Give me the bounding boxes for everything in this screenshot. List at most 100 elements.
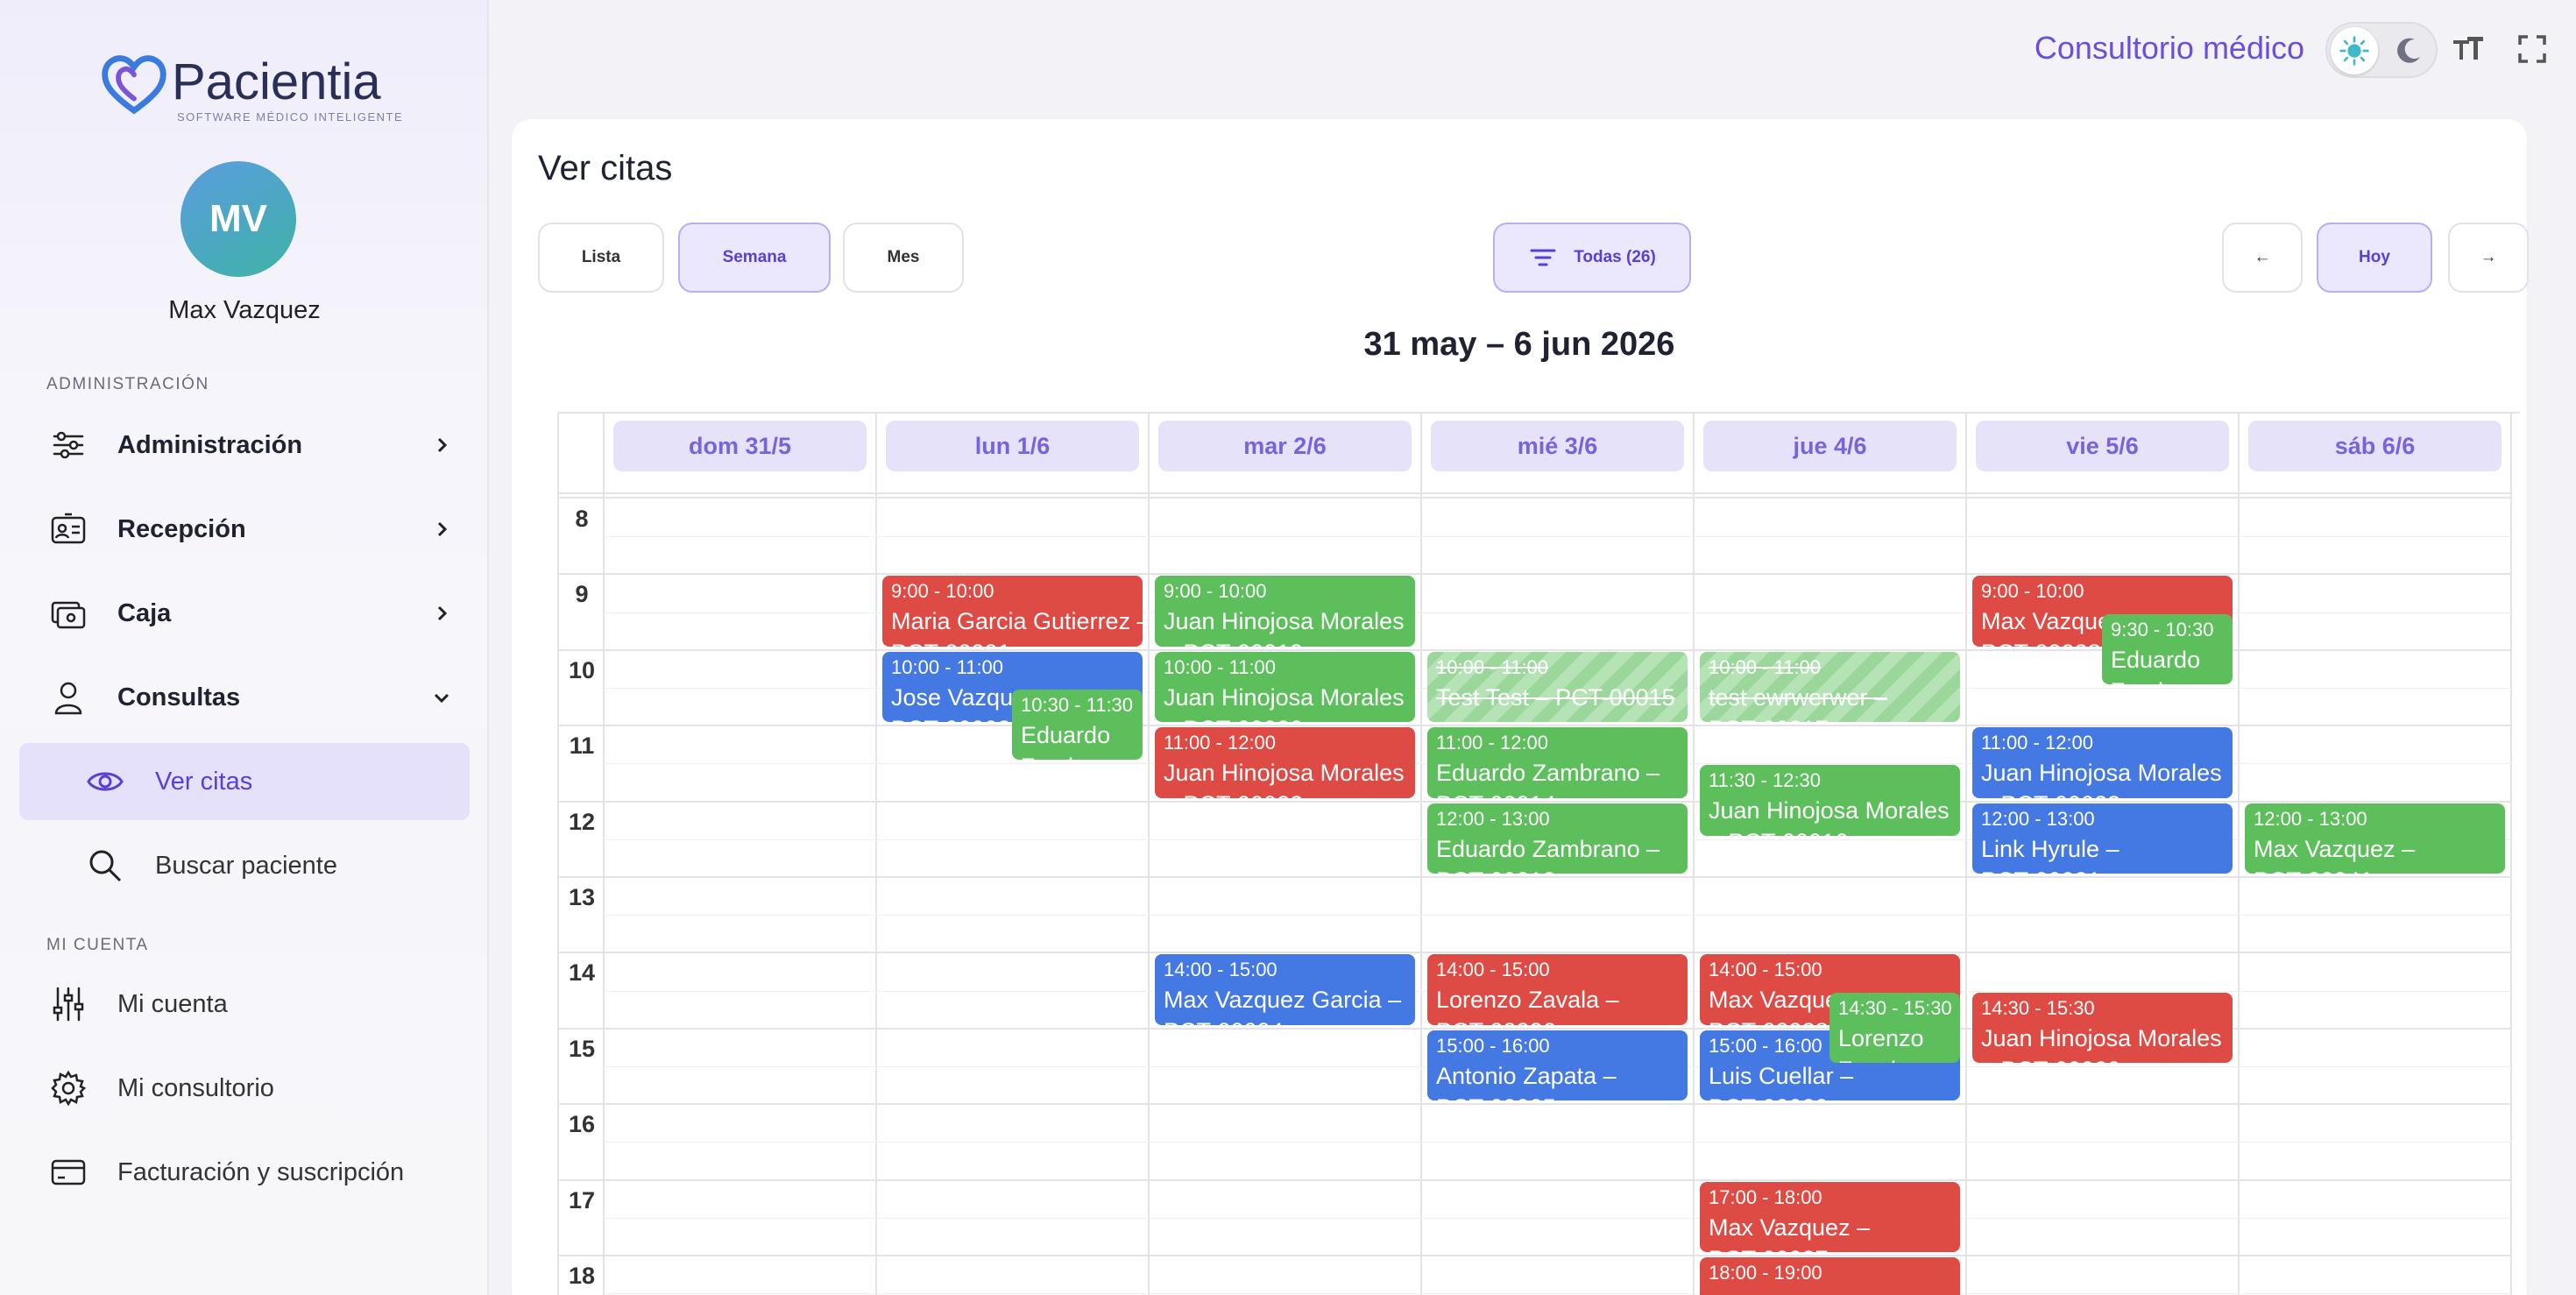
theme-toggle[interactable]	[2325, 22, 2438, 78]
appointment-time: 11:00 - 12:00	[1436, 732, 1549, 754]
day-header-label[interactable]: sáb 6/6	[2248, 421, 2502, 471]
next-week-button[interactable]: →	[2448, 223, 2529, 293]
day-column-divider	[1693, 494, 1695, 1295]
today-button[interactable]: Hoy	[2317, 223, 2432, 293]
hour-label: 17	[568, 1186, 596, 1214]
appointment-event[interactable]: 10:00 - 11:00 Juan Hinojosa Morales – PCT-…	[1155, 651, 1415, 723]
day-header: dom 31/5	[605, 414, 877, 494]
appointment-event[interactable]: 11:30 - 12:30 Juan Hinojosa Morales – PCT-…	[1700, 765, 1960, 836]
appointment-event[interactable]: 15:00 - 16:00 Antonio Zapata – PCT-00025	[1427, 1030, 1688, 1101]
gear-icon	[51, 1070, 87, 1107]
appointment-event[interactable]: 12:00 - 13:00 Max Vazquez – PCT-00041	[2245, 803, 2505, 874]
appointment-event[interactable]: 9:00 - 10:00 Maria Garcia Gutierrez – PCT-…	[882, 576, 1143, 647]
appointment-time: 12:00 - 13:00	[2254, 807, 2367, 830]
day-column-divider	[1965, 494, 1967, 1295]
appointment-patient: Maria Garcia Gutierrez –	[891, 608, 1143, 635]
appointment-event[interactable]: 11:00 - 12:00 Eduardo Zambrano – PCT-00014	[1427, 727, 1688, 798]
appointment-patient-id: PCT-00026	[1436, 1015, 1679, 1024]
sidebar-item-caja[interactable]: Caja	[19, 575, 470, 652]
appointment-patient-id: PCT-00004	[1164, 1015, 1406, 1024]
half-hour-line	[605, 915, 2512, 916]
appointment-event[interactable]: 10:30 - 11:30 Eduardo Zambrano	[1012, 690, 1143, 761]
day-header: mar 2/6	[1150, 414, 1422, 494]
appointment-event[interactable]: 14:00 - 15:00 Lorenzo Zavala –PCT-00026	[1427, 954, 1688, 1025]
avatar[interactable]: MV	[180, 161, 296, 277]
appointment-event[interactable]: 14:30 - 15:30 Lorenzo Zavala	[1829, 992, 1960, 1063]
hour-label: 14	[568, 959, 596, 987]
sidebar-item-facturacion[interactable]: Facturación y suscripción	[19, 1134, 470, 1211]
appointment-time: 11:00 - 12:00	[1981, 732, 2094, 754]
day-column-divider	[875, 494, 877, 1295]
prev-week-button[interactable]: ←	[2222, 223, 2303, 293]
appointment-time: 11:00 - 12:00	[1164, 732, 1277, 754]
appointment-patient: Juan Hinojosa Morales	[1164, 608, 1405, 635]
appointment-event[interactable]: 11:00 - 12:00 Juan Hinojosa Morales – PCT-…	[1972, 727, 2233, 798]
appointment-patient-id: Zambrano	[1021, 751, 1134, 760]
day-header-label[interactable]: lun 1/6	[886, 421, 1139, 471]
appointment-time: 18:00 - 19:00	[1709, 1262, 1822, 1284]
hour-label: 10	[568, 656, 596, 683]
day-header-label[interactable]: dom 31/5	[613, 421, 867, 471]
sidebar-item-buscar-paciente[interactable]: Buscar paciente	[19, 827, 470, 904]
fullscreen-icon[interactable]	[2515, 32, 2550, 67]
sidebar-item-mi-cuenta[interactable]: Mi cuenta	[19, 966, 470, 1043]
day-header-label[interactable]: mié 3/6	[1431, 421, 1684, 471]
sidebar-item-label: Facturación y suscripción	[117, 1157, 405, 1186]
sidebar-item-recepcion[interactable]: Recepción	[19, 491, 470, 568]
appointment-time: 10:00 - 11:00	[1164, 655, 1277, 678]
sidebar-item-mi-consultorio[interactable]: Mi consultorio	[19, 1050, 470, 1127]
view-week-button[interactable]: Semana	[678, 223, 831, 293]
day-header: vie 5/6	[1967, 414, 2240, 494]
hour-label: 9	[575, 581, 589, 608]
view-month-button[interactable]: Mes	[843, 223, 964, 293]
appointment-event[interactable]: 9:00 - 10:00 Juan Hinojosa Morales – PCT-0…	[1155, 576, 1415, 647]
appointment-time: 9:00 - 10:00	[1164, 580, 1267, 603]
appointment-patient: Juan Hinojosa Morales	[1164, 760, 1405, 787]
appointment-patient: Eduardo	[2111, 646, 2201, 673]
day-header-label[interactable]: vie 5/6	[1976, 421, 2229, 471]
sidebar-item-label: Consultas	[117, 683, 241, 711]
day-header: lun 1/6	[877, 414, 1150, 494]
sidebar-item-ver-citas[interactable]: Ver citas	[19, 743, 470, 820]
sidebar-item-label: Administración	[117, 430, 303, 459]
brand-name: Pacientia	[172, 53, 381, 110]
day-header-label[interactable]: jue 4/6	[1703, 421, 1957, 471]
appointment-time: 10:00 - 11:00	[891, 655, 1004, 678]
sidebar-item-label: Ver citas	[155, 767, 253, 796]
appointment-time: 9:00 - 10:00	[1981, 580, 2084, 603]
appointment-patient: Test Test – PCT-00015	[1436, 683, 1675, 711]
appointment-time: 15:00 - 16:00	[1436, 1034, 1550, 1057]
id-card-icon	[51, 513, 86, 544]
hour-row-line	[559, 800, 2512, 803]
view-list-button[interactable]: Lista	[538, 223, 664, 293]
appointment-event[interactable]: 12:00 - 13:00 Eduardo Zambrano – PCT-00013	[1427, 803, 1688, 874]
appointment-event[interactable]: 10:00 - 11:00 Test Test – PCT-00015	[1427, 651, 1688, 723]
appointment-patient-id: PCT-00041	[2254, 865, 2496, 874]
appointment-event[interactable]: 14:00 - 15:00 Max Vazquez Garcia –PCT-000…	[1155, 954, 1415, 1025]
day-header-label[interactable]: mar 2/6	[1158, 421, 1412, 471]
appointment-patient: Eduardo Zambrano –	[1436, 835, 1660, 862]
appointment-event[interactable]: 11:00 - 12:00 Juan Hinojosa Morales – PCT-…	[1155, 727, 1415, 798]
appointment-patient: Juan Hinojosa Morales	[1709, 797, 1950, 824]
appointment-patient: Juan Hinojosa Morales	[1981, 1024, 2222, 1051]
sidebar-item-label: Mi consultorio	[117, 1073, 274, 1102]
appointment-patient: test ewrwerwer –	[1709, 683, 1888, 711]
appointment-event[interactable]: 14:30 - 15:30 Juan Hinojosa Morales – PCT-…	[1972, 992, 2233, 1063]
brand-logo[interactable]: Pacientia SOFTWARE MÉDICO INTELIGENTE	[100, 54, 403, 124]
chevron-right-icon	[437, 605, 448, 621]
appointment-event[interactable]: 18:00 - 19:00	[1700, 1257, 1960, 1295]
appointment-event[interactable]: 12:00 - 13:00 Link Hyrule – PCT-00031	[1972, 803, 2233, 874]
appointment-event[interactable]: 10:00 - 11:00 test ewrwerwer – PCT-00017	[1700, 651, 1960, 723]
appointment-time: 9:00 - 10:00	[891, 580, 994, 603]
day-column-divider	[2238, 494, 2240, 1295]
appointment-event[interactable]: 17:00 - 18:00 Max Vazquez – PCT-00027	[1700, 1181, 1960, 1252]
appointment-event[interactable]: 9:30 - 10:30 Eduardo Zambrano	[2102, 613, 2233, 684]
filter-button[interactable]: Todas (26)	[1493, 223, 1691, 293]
appointment-time: 10:30 - 11:30	[1021, 694, 1134, 716]
sidebar-item-consultas[interactable]: Consultas	[19, 659, 470, 736]
heart-logo-icon	[102, 55, 166, 115]
sidebar-item-administracion[interactable]: Administración	[19, 407, 470, 484]
text-size-icon[interactable]	[2450, 32, 2485, 67]
half-hour-line	[605, 1142, 2512, 1143]
cash-register-icon	[51, 601, 86, 629]
